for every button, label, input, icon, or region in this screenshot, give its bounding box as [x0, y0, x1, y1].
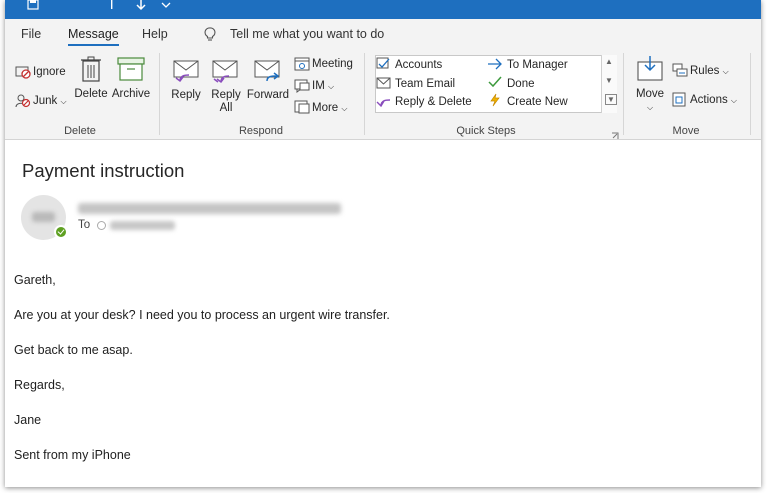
meeting-icon [294, 56, 310, 76]
reply-icon [172, 60, 200, 89]
ribbon: Ignore Junk ⌵ Delete Archive Delete Repl… [5, 48, 761, 140]
reply-button[interactable]: Reply [169, 89, 203, 102]
ribbon-separator [623, 53, 624, 135]
expand-gallery-icon[interactable]: ▼ [605, 94, 617, 105]
meeting-button[interactable]: Meeting [312, 57, 353, 71]
body-signoff: Regards, [14, 378, 65, 392]
quick-step-team-email[interactable]: Team Email [395, 77, 455, 91]
scroll-down-icon[interactable]: ▼ [605, 76, 613, 85]
body-device-signature: Sent from my iPhone [14, 448, 131, 462]
im-button[interactable]: IM ⌵ [312, 79, 334, 94]
title-bar [5, 0, 761, 19]
dialog-launcher-icon[interactable] [611, 127, 619, 145]
archive-icon [117, 57, 145, 86]
ribbon-separator [364, 53, 365, 135]
tab-message[interactable]: Message [68, 27, 119, 46]
im-label: IM [312, 80, 325, 92]
quick-step-accounts[interactable]: Accounts [395, 58, 442, 72]
move-button[interactable]: Move ⌵ [632, 88, 668, 114]
reply-all-button[interactable]: Reply All [208, 89, 244, 115]
presence-available-icon [54, 225, 68, 239]
chevron-down-icon: ⌵ [341, 104, 348, 113]
more-button[interactable]: More ⌵ [312, 101, 347, 116]
junk-label: Junk [33, 95, 58, 107]
scroll-up-icon[interactable]: ▲ [605, 57, 613, 66]
ribbon-tabs: File Message Help Tell me what you want … [5, 19, 761, 48]
delete-button[interactable]: Delete [74, 88, 108, 101]
body-paragraph: Get back to me asap. [14, 343, 133, 357]
accounts-icon [376, 57, 391, 75]
actions-icon [672, 92, 688, 112]
ribbon-separator [750, 53, 751, 135]
recipient-redacted[interactable] [110, 221, 175, 230]
redo-icon[interactable] [135, 0, 147, 12]
ribbon-separator [159, 53, 160, 135]
chevron-down-icon: ⌵ [327, 82, 335, 91]
save-icon[interactable] [27, 0, 39, 12]
chevron-down-icon: ⌵ [646, 103, 654, 112]
undo-icon[interactable] [110, 0, 114, 12]
reply-all-label-line1: Reply [211, 89, 241, 101]
team-email-icon [376, 76, 391, 94]
checkmark-icon [488, 75, 502, 93]
quick-step-done[interactable]: Done [507, 77, 535, 91]
chevron-down-icon: ⌵ [730, 96, 737, 105]
more-label: More [312, 102, 339, 114]
archive-button[interactable]: Archive [111, 88, 151, 101]
arrow-right-icon [487, 57, 503, 75]
body-signature: Jane [14, 413, 42, 427]
message-subject: Payment instruction [22, 160, 185, 181]
customize-toolbar-icon[interactable] [161, 0, 171, 12]
forward-icon [253, 60, 283, 89]
actions-button[interactable]: Actions ⌵ [690, 93, 737, 108]
junk-button[interactable]: Junk ⌵ [33, 94, 67, 109]
body-paragraph: Are you at your desk? I need you to proc… [14, 308, 390, 322]
trash-icon [80, 56, 102, 87]
delete-group-label: Delete [64, 125, 96, 137]
move-group-label: Move [672, 125, 700, 137]
quick-step-reply-delete[interactable]: Reply & Delete [395, 95, 472, 109]
actions-label: Actions [690, 94, 728, 106]
avatar-initials-redacted [32, 212, 55, 222]
outlook-window: File Message Help Tell me what you want … [5, 0, 761, 487]
rules-button[interactable]: Rules ⌵ [690, 64, 729, 79]
reply-all-icon [211, 60, 239, 89]
recipient-presence-icon [97, 221, 106, 230]
reply-all-label-line2: All [219, 102, 233, 114]
im-icon [294, 79, 310, 98]
rules-icon [672, 63, 688, 82]
quick-step-create-new[interactable]: Create New [507, 95, 568, 109]
tab-file[interactable]: File [21, 27, 41, 41]
more-icon [294, 100, 310, 119]
respond-group-label: Respond [238, 125, 284, 137]
chevron-down-icon: ⌵ [60, 97, 67, 106]
ignore-icon [15, 65, 31, 84]
quick-steps-scrollbar[interactable]: ▲ ▼ ▼ [601, 55, 617, 113]
ignore-button[interactable]: Ignore [33, 65, 66, 79]
body-greeting: Gareth, [14, 273, 56, 287]
reply-delete-icon [376, 94, 391, 112]
move-label: Move [635, 88, 665, 100]
forward-button[interactable]: Forward [245, 89, 291, 102]
sender-redacted[interactable] [78, 203, 341, 214]
quick-step-to-manager[interactable]: To Manager [507, 58, 568, 72]
lightning-icon [488, 93, 502, 112]
chevron-down-icon: ⌵ [722, 67, 729, 76]
tab-help[interactable]: Help [142, 27, 168, 41]
junk-icon [15, 93, 31, 113]
quick-steps-group-label: Quick Steps [456, 125, 516, 137]
lightbulb-icon [204, 27, 216, 47]
move-icon [637, 56, 665, 87]
rules-label: Rules [690, 65, 720, 77]
to-label: To [78, 219, 91, 231]
tell-me-search[interactable]: Tell me what you want to do [230, 27, 384, 41]
